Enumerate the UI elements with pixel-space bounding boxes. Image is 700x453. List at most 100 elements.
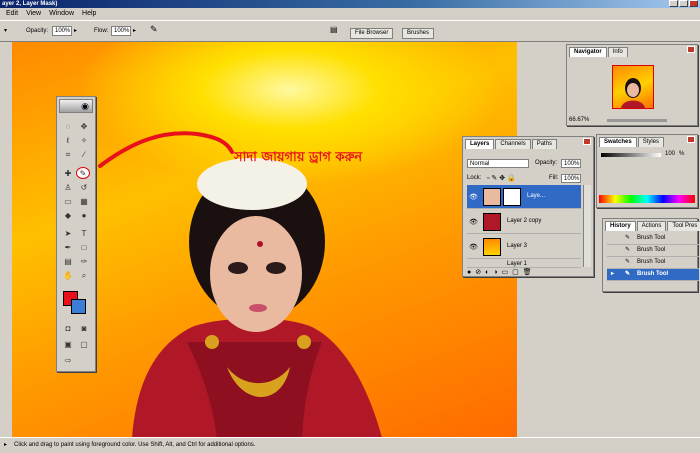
- menu-edit[interactable]: Edit: [2, 8, 22, 20]
- layers-scrollbar[interactable]: [583, 185, 591, 267]
- zoom-slider[interactable]: [607, 119, 667, 122]
- navigator-preview: [621, 78, 645, 108]
- slice-tool-icon[interactable]: ∕: [77, 149, 91, 161]
- status-text: Click and drag to paint using foreground…: [14, 442, 256, 448]
- window-controls: [669, 0, 698, 7]
- flow-label: Flow:: [94, 28, 109, 34]
- visibility-eye-icon[interactable]: 👁: [469, 243, 478, 251]
- tab-channels[interactable]: Channels: [495, 139, 531, 149]
- history-item[interactable]: ✎ Brush Tool: [607, 245, 699, 257]
- layer-row[interactable]: 👁 Laye...: [467, 185, 581, 209]
- menu-window[interactable]: Window: [45, 8, 78, 20]
- tab-info[interactable]: Info: [607, 47, 628, 57]
- brush-tool-icon[interactable]: ✎: [76, 167, 90, 179]
- flow-input[interactable]: 100%: [111, 26, 131, 36]
- type-tool-icon[interactable]: T: [77, 228, 91, 240]
- history-panel: History Actions Tool Pres ✎ Brush Tool ✎ B…: [602, 218, 700, 292]
- quick-mask-icon[interactable]: ◙: [77, 323, 91, 335]
- layer-mask-thumbnail[interactable]: [503, 188, 521, 206]
- magic-wand-icon[interactable]: ✧: [77, 135, 91, 147]
- palette-well-icon[interactable]: ▤: [330, 25, 338, 34]
- layers-footer-icons[interactable]: ●⊘◐◑▭▢🗑: [467, 268, 536, 276]
- notes-tool-icon[interactable]: ▤: [61, 256, 75, 268]
- layer-row[interactable]: 👁 Layer 2 copy: [467, 210, 581, 234]
- crop-tool-icon[interactable]: ⌗: [61, 149, 75, 161]
- history-item[interactable]: ✎ Brush Tool: [607, 257, 699, 269]
- layer-thumbnail: [483, 213, 501, 231]
- brush-preset-dropdown-icon[interactable]: ▾: [4, 27, 7, 36]
- path-selection-icon[interactable]: ➤: [61, 228, 75, 240]
- status-arrow-icon[interactable]: ▸: [4, 438, 7, 452]
- tab-paths[interactable]: Paths: [531, 139, 558, 149]
- swatches-close-icon[interactable]: [687, 136, 695, 143]
- marquee-tool-icon[interactable]: ◌: [61, 121, 75, 133]
- toolbox-header[interactable]: ◉: [59, 99, 93, 113]
- history-item[interactable]: ✎ Brush Tool: [607, 233, 699, 245]
- layers-close-icon[interactable]: [583, 138, 591, 145]
- tab-tool-presets[interactable]: Tool Pres: [667, 221, 700, 231]
- tab-styles[interactable]: Styles: [637, 137, 665, 147]
- gradient-tool-icon[interactable]: ▦: [77, 196, 91, 208]
- full-screen-icon[interactable]: ▢: [77, 339, 91, 351]
- brush-state-icon: ✎: [625, 259, 631, 265]
- maximize-button[interactable]: [679, 0, 688, 7]
- minimize-button[interactable]: [669, 0, 678, 7]
- tone-value: 100: [665, 151, 676, 157]
- hand-tool-icon[interactable]: ✋: [61, 270, 75, 282]
- visibility-eye-icon[interactable]: 👁: [469, 193, 478, 201]
- tab-layers[interactable]: Layers: [465, 139, 495, 149]
- history-item-label: Brush Tool: [637, 259, 666, 265]
- layer-row[interactable]: Layer 1: [467, 260, 581, 268]
- tone-slider[interactable]: [601, 153, 661, 157]
- swatches-tabs: Swatches Styles: [599, 137, 665, 147]
- opacity-dropdown-icon[interactable]: ▸: [74, 27, 77, 36]
- history-item[interactable]: ▸ ✎ Brush Tool: [607, 269, 699, 281]
- color-ramp[interactable]: [599, 195, 695, 203]
- lock-icons[interactable]: ▫ ✎ ✥ 🔒: [487, 174, 516, 182]
- tab-actions[interactable]: Actions: [636, 221, 667, 231]
- tab-navigator[interactable]: Navigator: [569, 47, 607, 57]
- tab-swatches[interactable]: Swatches: [599, 137, 637, 147]
- zoom-level[interactable]: 66.67%: [569, 117, 589, 123]
- layer-thumbnail: [483, 238, 501, 256]
- eraser-tool-icon[interactable]: ▭: [61, 196, 75, 208]
- fill-input[interactable]: 100%: [561, 174, 581, 183]
- clone-stamp-icon[interactable]: ♙: [61, 182, 75, 194]
- move-tool-icon[interactable]: ✥: [77, 121, 91, 133]
- pen-tool-icon[interactable]: ✒: [61, 242, 75, 254]
- opacity-input[interactable]: 100%: [52, 26, 72, 36]
- tab-file-browser[interactable]: File Browser: [350, 28, 394, 39]
- jump-to-imageready-icon[interactable]: ⇨: [61, 355, 75, 367]
- flow-dropdown-icon[interactable]: ▸: [133, 27, 136, 36]
- navigator-close-icon[interactable]: [687, 46, 695, 53]
- history-brush-icon[interactable]: ↺: [77, 182, 91, 194]
- navigator-panel: Navigator Info 66.67%: [566, 44, 698, 126]
- blend-mode-select[interactable]: Normal: [467, 159, 529, 168]
- layer-row[interactable]: 👁 Layer 3: [467, 235, 581, 259]
- layer-name: Layer 1: [507, 261, 528, 267]
- tab-brushes[interactable]: Brushes: [402, 28, 435, 39]
- brush-state-icon: ✎: [625, 235, 631, 241]
- tool-options-bar: ▾ Opacity: 100% ▸ Flow: 100% ▸ ✎ ▤ File …: [0, 20, 700, 42]
- navigator-thumbnail[interactable]: [612, 65, 654, 109]
- tab-history[interactable]: History: [605, 221, 636, 231]
- lasso-tool-icon[interactable]: ℓ: [61, 135, 75, 147]
- background-color-swatch[interactable]: [71, 299, 86, 314]
- visibility-eye-icon[interactable]: 👁: [469, 218, 478, 226]
- close-button[interactable]: [689, 0, 698, 7]
- standard-mode-icon[interactable]: ◘: [61, 323, 75, 335]
- zoom-tool-icon[interactable]: ⌕: [77, 270, 91, 282]
- menu-bar: Edit View Window Help: [0, 8, 700, 20]
- screen-mode-icon[interactable]: ▣: [61, 339, 75, 351]
- healing-brush-icon[interactable]: ✚: [61, 168, 75, 180]
- layers-opacity-input[interactable]: 100%: [561, 159, 581, 168]
- airbrush-icon[interactable]: ✎: [150, 25, 158, 34]
- blur-tool-icon[interactable]: ◆: [61, 210, 75, 222]
- menu-help[interactable]: Help: [78, 8, 100, 20]
- eyedropper-icon[interactable]: ✑: [77, 256, 91, 268]
- red-brush-stroke: [98, 131, 234, 168]
- dodge-tool-icon[interactable]: ●: [77, 210, 91, 222]
- window-title: ayer 2, Layer Mask): [2, 1, 58, 7]
- shape-tool-icon[interactable]: □: [77, 242, 91, 254]
- menu-view[interactable]: View: [22, 8, 45, 20]
